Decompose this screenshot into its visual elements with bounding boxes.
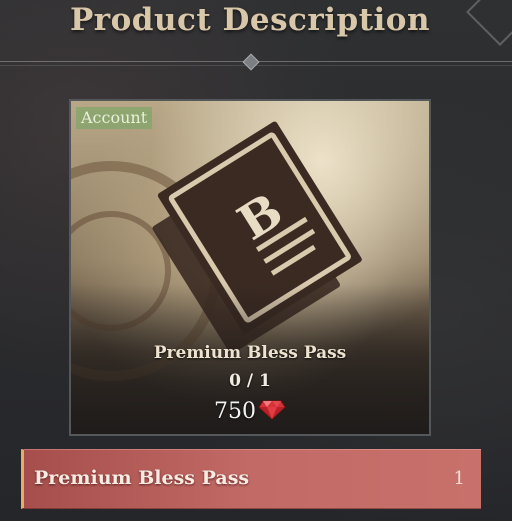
- price: 750: [71, 399, 429, 426]
- page-title: Product Description: [69, 2, 431, 38]
- red-gem-icon: [258, 400, 286, 426]
- owned-count: 0 / 1: [229, 371, 271, 391]
- price-value: 750: [214, 399, 256, 424]
- list-item-label: Premium Bless Pass: [34, 467, 250, 489]
- account-badge: Account: [76, 107, 153, 129]
- list-item-quantity: 1: [453, 468, 465, 489]
- product-name: Premium Bless Pass: [153, 343, 347, 363]
- product-card[interactable]: B Account Premium Bless Pass 0 / 1 750: [69, 99, 431, 436]
- list-item-premium-bless-pass[interactable]: Premium Bless Pass 1: [21, 449, 481, 509]
